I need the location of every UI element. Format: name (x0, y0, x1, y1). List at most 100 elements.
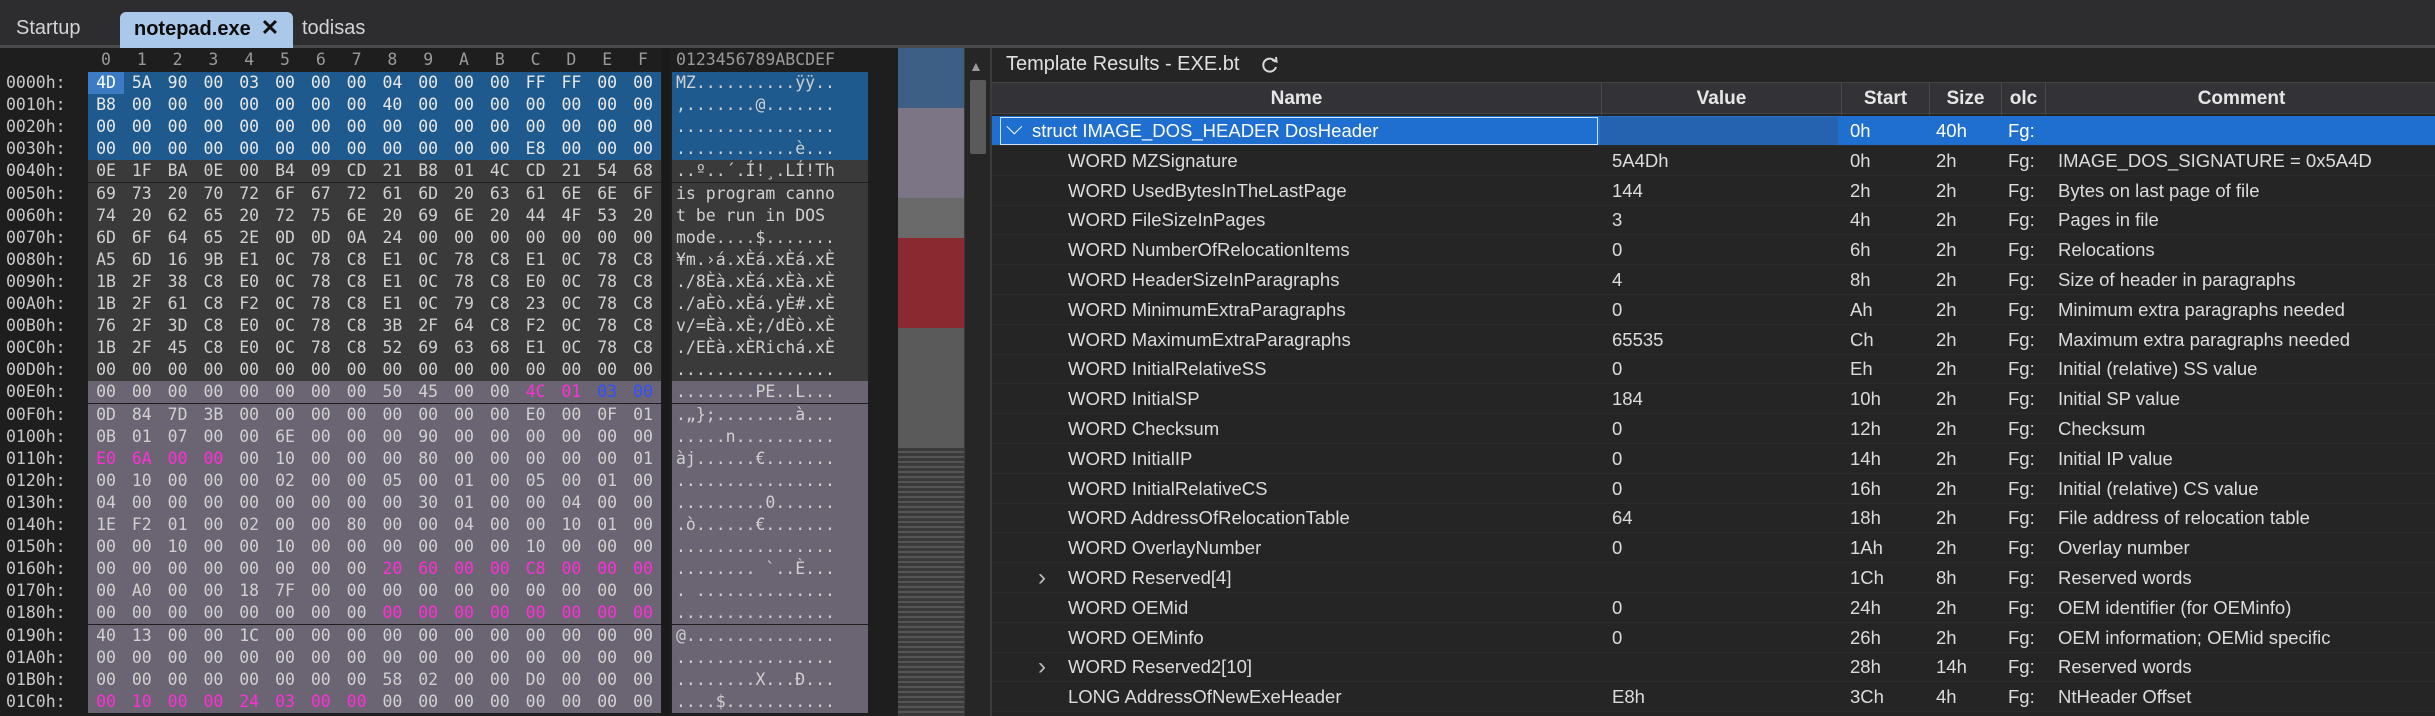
hex-byte[interactable]: 24 (374, 226, 411, 249)
hex-byte[interactable]: 00 (302, 116, 339, 139)
hex-byte[interactable]: 00 (159, 138, 196, 161)
hex-byte[interactable]: C8 (625, 293, 661, 315)
hex-byte[interactable]: 00 (123, 646, 160, 669)
hex-byte[interactable]: 04 (88, 491, 124, 514)
hex-row[interactable]: 00D0h: 00 00 00 00 00 00 00 00 00 00 00 00 00 00 00 00..… (0, 359, 990, 382)
hex-byte[interactable]: 00 (159, 116, 196, 139)
hex-byte[interactable]: 05 (517, 469, 554, 492)
hex-byte[interactable]: 63 (481, 182, 518, 205)
hex-byte[interactable]: 00 (302, 469, 339, 492)
hex-byte[interactable]: 78 (589, 293, 626, 315)
hex-byte[interactable]: 01 (159, 514, 196, 536)
hex-byte[interactable]: 00 (446, 94, 482, 117)
hex-byte[interactable]: 0C (553, 270, 590, 293)
hex-byte[interactable]: C8 (338, 337, 375, 360)
close-icon[interactable]: ✕ (261, 12, 279, 44)
template-row[interactable]: WORD InitialRelativeSS 0 Eh 2h Fg: Initial (r… (992, 354, 2435, 385)
hex-row[interactable]: 0120h: 00 10 00 00 00 02 00 00 05 00 01 00 05 00 01 00..… (0, 469, 990, 492)
hex-byte[interactable]: 01 (123, 425, 160, 448)
hex-byte[interactable]: 4D (88, 72, 124, 94)
ascii-row[interactable]: ................ (672, 359, 868, 382)
hex-byte[interactable]: 00 (481, 514, 518, 536)
hex-byte[interactable]: 00 (481, 72, 518, 94)
ascii-row[interactable]: ................ (672, 602, 868, 625)
hex-byte[interactable]: 00 (589, 491, 626, 514)
ascii-row[interactable]: ..º..´.Í!¸.LÍ!Th (672, 160, 868, 183)
hex-byte[interactable]: 00 (481, 536, 518, 559)
hex-byte[interactable]: 00 (517, 624, 554, 647)
hex-byte[interactable]: 00 (195, 138, 232, 161)
hex-byte[interactable]: 00 (410, 624, 447, 647)
hex-byte[interactable]: 18 (231, 580, 268, 603)
hex-byte[interactable]: 0B (88, 425, 124, 448)
hex-byte[interactable]: 78 (589, 337, 626, 360)
hex-byte[interactable]: 0C (267, 337, 303, 360)
hex-byte[interactable]: 20 (123, 204, 160, 227)
hex-byte[interactable]: 00 (481, 226, 518, 249)
ascii-row[interactable]: ........X...Ð... (672, 668, 868, 691)
hex-byte[interactable]: 00 (267, 646, 303, 669)
column-header-start[interactable]: Start (1842, 83, 1930, 115)
hex-byte[interactable]: 00 (374, 138, 411, 161)
hex-byte[interactable]: 00 (302, 403, 339, 426)
hex-byte[interactable]: 00 (481, 558, 518, 581)
hex-row[interactable]: 01A0h: 00 00 00 00 00 00 00 00 00 00 00 00 00 00 00 00..… (0, 646, 990, 669)
template-row[interactable]: WORD Checksum 0 12h 2h Fg: Checksum (992, 414, 2435, 444)
hex-byte[interactable]: 6E (446, 204, 482, 227)
hex-byte[interactable]: F2 (517, 315, 554, 338)
hex-row[interactable]: 00F0h: 0D 84 7D 3B 00 00 00 00 00 00 00 00 E0 00 0F 01 .„… (0, 403, 990, 426)
hex-byte[interactable]: 00 (553, 580, 590, 603)
hex-byte[interactable]: 00 (481, 624, 518, 647)
hex-byte[interactable]: 00 (338, 602, 375, 625)
hex-byte[interactable]: 01 (446, 469, 482, 492)
hex-row[interactable]: 0000h: 4D 5A 90 00 03 00 00 00 04 00 00 00 FF FF 00 00 MZ… (0, 72, 990, 94)
hex-byte[interactable]: 78 (302, 270, 339, 293)
hex-byte[interactable]: 00 (625, 491, 661, 514)
hex-byte[interactable]: 1B (88, 293, 124, 315)
hex-byte[interactable]: 0D (267, 226, 303, 249)
ascii-row[interactable]: .........0...... (672, 491, 868, 514)
hex-byte[interactable]: 00 (625, 668, 661, 691)
hex-byte[interactable]: 00 (446, 226, 482, 249)
hex-byte[interactable]: 80 (410, 447, 447, 470)
hex-byte[interactable]: E1 (231, 248, 268, 271)
hex-byte[interactable]: E0 (231, 337, 268, 360)
hex-byte[interactable]: 00 (517, 491, 554, 514)
ascii-row[interactable]: ........PE..L... (672, 381, 868, 404)
hex-byte[interactable]: 00 (88, 116, 124, 139)
hex-byte[interactable]: C8 (195, 315, 232, 338)
hex-byte[interactable]: 00 (410, 602, 447, 625)
hex-byte[interactable]: 00 (338, 624, 375, 647)
hex-byte[interactable]: 79 (446, 293, 482, 315)
hex-byte[interactable]: 6D (123, 248, 160, 271)
hex-byte[interactable]: 6F (625, 182, 661, 205)
hex-byte[interactable]: 00 (589, 425, 626, 448)
hex-byte[interactable]: 50 (374, 381, 411, 404)
hex-byte[interactable]: 00 (589, 447, 626, 470)
hex-byte[interactable]: 00 (267, 624, 303, 647)
hex-byte[interactable]: 04 (553, 491, 590, 514)
hex-byte[interactable]: 00 (302, 536, 339, 559)
hex-row[interactable]: 00B0h: 76 2F 3D C8 E0 0C 78 C8 3B 2F 64 C8 F2 0C 78 C8 v/… (0, 315, 990, 338)
hex-byte[interactable]: 00 (267, 381, 303, 404)
hex-byte[interactable]: 00 (625, 602, 661, 625)
hex-byte[interactable]: 30 (410, 491, 447, 514)
hex-byte[interactable]: 00 (231, 381, 268, 404)
hex-byte[interactable]: C8 (195, 270, 232, 293)
hex-byte[interactable]: 20 (481, 204, 518, 227)
hex-byte[interactable]: 00 (338, 491, 375, 514)
hex-byte[interactable]: E8 (517, 138, 554, 161)
hex-byte[interactable]: 90 (410, 425, 447, 448)
hex-byte[interactable]: 00 (195, 469, 232, 492)
hex-byte[interactable]: 00 (446, 381, 482, 404)
hex-byte[interactable]: 20 (374, 558, 411, 581)
hex-byte[interactable]: 00 (267, 514, 303, 536)
hex-byte[interactable]: 00 (553, 469, 590, 492)
hex-byte[interactable]: 00 (88, 359, 124, 382)
template-row[interactable]: WORD OEMid 0 24h 2h Fg: OEM identifier (for O… (992, 593, 2435, 623)
hex-byte[interactable]: 00 (446, 558, 482, 581)
hex-byte[interactable]: 00 (410, 580, 447, 603)
hex-byte[interactable]: 00 (159, 359, 196, 382)
ascii-row[interactable]: ./8Èà.xÈá.xÈà.xÈ (672, 270, 868, 293)
hex-byte[interactable]: 00 (481, 491, 518, 514)
